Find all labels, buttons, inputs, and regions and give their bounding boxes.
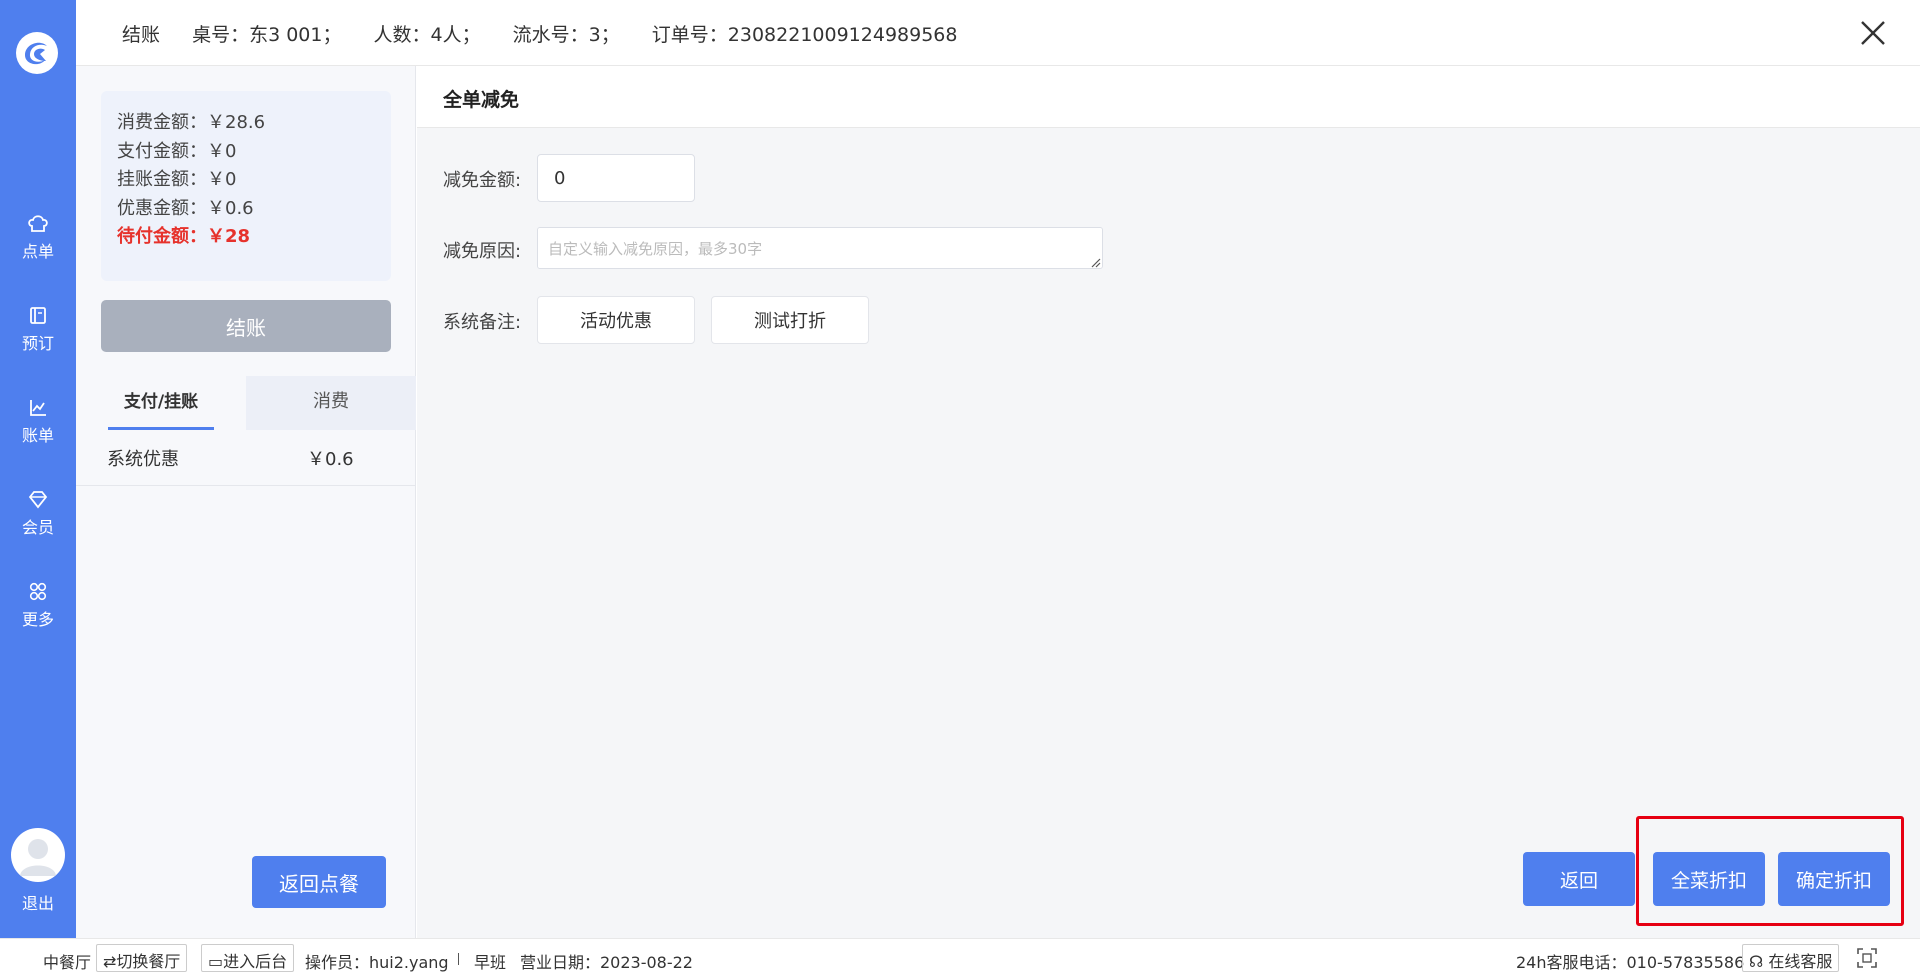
- discount-name: 系统优惠: [107, 449, 179, 470]
- diamond-icon: [28, 491, 48, 509]
- table-number: 桌号：东3 001；: [192, 24, 342, 46]
- book-icon: [30, 307, 46, 324]
- panel-title: 全单减免: [443, 89, 520, 111]
- business-date: 营业日期：2023-08-22: [520, 953, 693, 972]
- app-logo-icon: [16, 32, 58, 74]
- order-number: 订单号：230822100912498956​8: [651, 24, 958, 46]
- switch-restaurant-button[interactable]: ⇄切换餐厅: [96, 944, 188, 972]
- nav-item-more[interactable]: 更多: [0, 582, 76, 630]
- chart-icon: [30, 400, 46, 416]
- nav-item-label: 会员: [21, 518, 54, 537]
- nav-item-label: 点单: [21, 242, 54, 261]
- logout-button[interactable]: 退出: [0, 890, 76, 914]
- guest-count: 人数：4人；: [373, 24, 481, 46]
- switch-label: 切换餐厅: [116, 952, 181, 971]
- remark-option-promotion[interactable]: 活动优惠: [537, 296, 695, 344]
- bill-summary-panel: 消费金额：￥28.6 支付金额：￥0 挂账金额：￥0 优惠金额：￥0.6 待付金…: [76, 66, 416, 938]
- back-to-order-button[interactable]: 返回点餐: [252, 856, 386, 908]
- amount-summary: 消费金额：￥28.6 支付金额：￥0 挂账金额：￥0 优惠金额：￥0.6 待付金…: [101, 91, 391, 281]
- discount-panel: 全单减免 减免金额: 减免原因: 系统备注: 活动优惠 测试打折 返回 全菜折扣…: [417, 66, 1920, 938]
- service-hotline: 24h客服电话：010-57835586: [1516, 953, 1745, 972]
- remark-option-test-discount[interactable]: 测试打折: [711, 296, 869, 344]
- grid-icon: [29, 582, 47, 601]
- nav-item-order[interactable]: 点单: [0, 214, 76, 262]
- monitor-icon: ▭: [208, 952, 224, 971]
- online-service-label: 在线客服: [1768, 952, 1833, 971]
- restaurant-name: 中餐厅: [43, 953, 92, 972]
- panel-title-bar: 全单减免: [417, 66, 1920, 128]
- payment-tabs: 支付/挂账 消费: [76, 376, 416, 430]
- back-button[interactable]: 返回: [1523, 852, 1635, 906]
- fullscreen-icon[interactable]: [1856, 947, 1878, 969]
- discount-amount-input[interactable]: [537, 154, 695, 202]
- checkout-header: 结账 桌号：东3 001； 人数：4人； 流水号：3； 订单号：23082210…: [76, 0, 1920, 66]
- operator-info: 操作员：hui2.yang: [305, 953, 449, 972]
- tab-payment[interactable]: 支付/挂账: [76, 376, 246, 430]
- avatar[interactable]: [11, 828, 65, 882]
- nav-item-bills[interactable]: 账单: [0, 398, 76, 446]
- discount-amount: 优惠金额：￥0.6: [117, 197, 254, 219]
- status-bar: 中餐厅 ⇄切换餐厅 ▭进入后台 操作员：hui2.yang 早班 营业日期：20…: [0, 938, 1920, 977]
- amount-due: 待付金额：￥28: [117, 226, 251, 247]
- tab-consumption[interactable]: 消费: [246, 376, 416, 430]
- nav-item-member[interactable]: 会员: [0, 490, 76, 538]
- discount-value: ￥0.6: [307, 449, 354, 470]
- list-item: 系统优惠 ￥0.6: [76, 430, 416, 486]
- user-avatar-icon: [20, 839, 56, 876]
- remark-label: 系统备注:: [443, 312, 522, 333]
- divider: [458, 953, 459, 965]
- headset-icon: ☊: [1749, 952, 1764, 971]
- chef-hat-icon: [28, 215, 48, 232]
- left-nav: 点单 预订 账单 会员 更多 退出: [0, 0, 76, 938]
- tab-label: 支付/挂账: [123, 392, 199, 412]
- annotation-highlight-box: [1636, 816, 1904, 926]
- consumption-amount: 消费金额：￥28.6: [117, 112, 266, 133]
- nav-item-label: 更多: [21, 610, 54, 629]
- paid-amount: 支付金额：￥0: [117, 140, 237, 162]
- credit-amount: 挂账金额：￥0: [117, 169, 237, 190]
- reason-label: 减免原因:: [443, 241, 522, 262]
- switch-icon: ⇄: [103, 952, 117, 971]
- checkout-button[interactable]: 结账: [101, 300, 391, 352]
- enter-backend-button[interactable]: ▭进入后台: [201, 944, 295, 972]
- amount-label: 减免金额:: [443, 170, 522, 191]
- serial-number: 流水号：3；: [512, 24, 620, 46]
- close-icon[interactable]: [1856, 16, 1890, 50]
- discount-reason-input[interactable]: [537, 227, 1103, 269]
- order-info: 结账 桌号：东3 001； 人数：4人； 流水号：3； 订单号：23082210…: [122, 20, 983, 47]
- resize-handle-icon[interactable]: [1089, 256, 1101, 268]
- nav-item-label: 预订: [21, 334, 54, 353]
- shift-info: 早班: [474, 953, 507, 972]
- backend-label: 进入后台: [223, 952, 288, 971]
- nav-item-label: 账单: [21, 426, 54, 445]
- online-service-button[interactable]: ☊ 在线客服: [1742, 944, 1840, 972]
- header-title: 结账: [122, 24, 161, 46]
- nav-item-reserve[interactable]: 预订: [0, 306, 76, 354]
